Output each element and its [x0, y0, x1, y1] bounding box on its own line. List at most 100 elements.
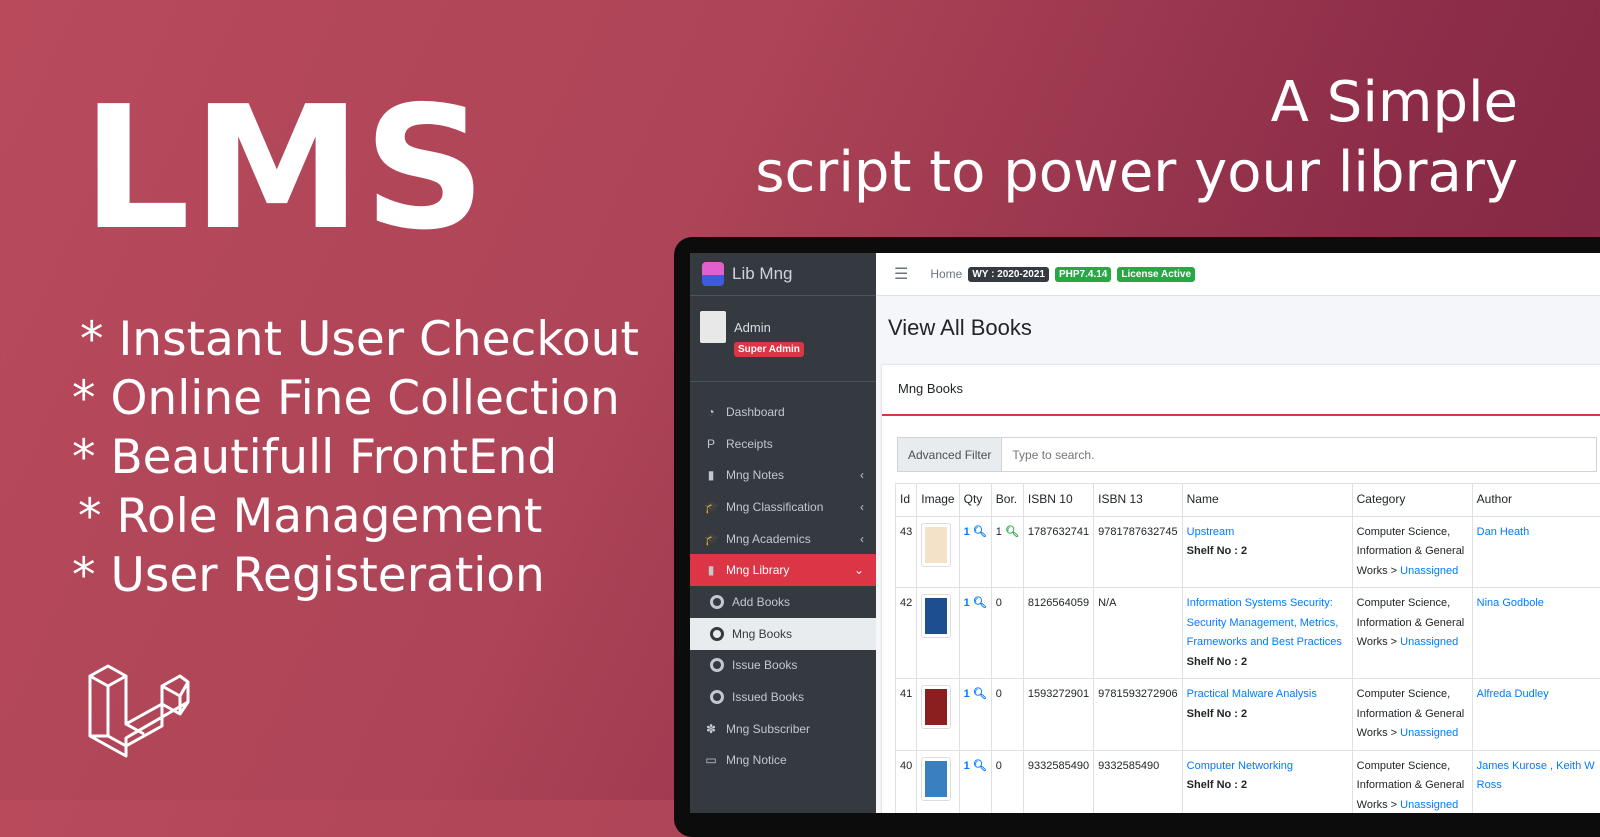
subcategory-link[interactable]: Unassigned — [1400, 727, 1458, 739]
brand-name: Lib Mng — [732, 264, 792, 284]
book-cover[interactable] — [921, 594, 951, 638]
isbn13-cell: N/A — [1094, 588, 1183, 679]
sidebar-item-label: Mng Notice — [726, 753, 787, 767]
column-header[interactable]: Id — [896, 484, 917, 517]
cup-logo-icon — [702, 262, 724, 286]
shelf-label: Shelf No : 2 — [1187, 708, 1248, 720]
qty-cell: 1 🔍︎ — [959, 679, 991, 751]
column-header[interactable]: Name — [1182, 484, 1352, 517]
sidebar-item-mng-notes[interactable]: ▮Mng Notes‹ — [690, 459, 876, 491]
sidebar-item-label: Mng Classification — [726, 500, 823, 514]
tagline: A Simple script to power your library — [755, 68, 1518, 208]
column-header[interactable]: Category — [1352, 484, 1472, 517]
subcategory-link[interactable]: Unassigned — [1400, 636, 1458, 648]
sidebar-item-mng-subscriber[interactable]: ✽Mng Subscriber — [690, 713, 876, 745]
borrowed-cell: 0 — [991, 588, 1023, 679]
sidebar-item-mng-notice[interactable]: ▭Mng Notice — [690, 745, 876, 777]
advanced-filter-button[interactable]: Advanced Filter — [898, 438, 1002, 471]
isbn13-cell: 9332585490 — [1094, 750, 1183, 813]
tagline-line-1: A Simple — [755, 68, 1518, 138]
author-link[interactable]: Dan Heath — [1477, 526, 1530, 538]
isbn10-cell: 8126564059 — [1023, 588, 1093, 679]
search-icon[interactable]: 🔍︎ — [973, 597, 987, 609]
subcategory-link[interactable]: Unassigned — [1400, 799, 1458, 811]
image-cell — [917, 588, 959, 679]
qty-value: 1 — [964, 526, 970, 538]
column-header[interactable]: Author — [1472, 484, 1600, 517]
author-link[interactable]: Alfreda Dudley — [1477, 688, 1549, 700]
table-row: 43 1 🔍︎ 1 🔍︎ 1787632741 9781787632745 Up… — [896, 516, 1600, 588]
chevron-icon: ⌄ — [854, 563, 864, 577]
sidebar-item-issued-books[interactable]: Issued Books — [690, 681, 876, 713]
sidebar-item-mng-books[interactable]: Mng Books — [690, 618, 876, 650]
chevron-icon: ‹ — [860, 468, 864, 482]
circle-icon — [710, 627, 724, 641]
feature-list: * Instant User Checkout * Online Fine Co… — [72, 310, 639, 605]
books-table: IdImageQtyBor.ISBN 10ISBN 13NameCategory… — [895, 483, 1600, 813]
feature-item: * Beautifull FrontEnd — [72, 428, 639, 487]
column-header[interactable]: ISBN 13 — [1094, 484, 1183, 517]
image-cell — [917, 516, 959, 588]
book-icon: ▮ — [704, 563, 718, 577]
sidebar-item-mng-classification[interactable]: 🎓Mng Classification‹ — [690, 491, 876, 523]
shelf-label: Shelf No : 2 — [1187, 545, 1248, 557]
subcategory-link[interactable]: Unassigned — [1400, 565, 1458, 577]
search-icon[interactable]: 🔍︎ — [973, 688, 987, 700]
dashboard-icon: ◔ — [704, 405, 718, 419]
category-cell: Computer Science, Information & General … — [1352, 588, 1472, 679]
sidebar-item-label: Receipts — [726, 437, 773, 451]
book-cover[interactable] — [921, 685, 951, 729]
sidebar-item-label: Mng Notes — [726, 468, 784, 482]
circle-icon — [710, 690, 724, 704]
php-badge: PHP7.4.14 — [1055, 267, 1111, 282]
column-header[interactable]: Qty — [959, 484, 991, 517]
license-badge: License Active — [1117, 267, 1195, 282]
app-screen: Lib Mng Admin Super Admin ◔DashboardPRec… — [690, 253, 1600, 813]
isbn13-cell: 9781593272906 — [1094, 679, 1183, 751]
search-group: Advanced Filter — [897, 437, 1597, 472]
borrowed-value: 1 — [996, 526, 1002, 538]
borrowed-value: 0 — [996, 597, 1002, 609]
name-cell: Practical Malware Analysis Shelf No : 2 — [1182, 679, 1352, 751]
sidebar-item-issue-books[interactable]: Issue Books — [690, 650, 876, 682]
search-icon[interactable]: 🔍︎ — [1005, 526, 1019, 538]
column-header[interactable]: Bor. — [991, 484, 1023, 517]
book-name-link[interactable]: Information Systems Security: Security M… — [1187, 597, 1342, 648]
chevron-icon: ‹ — [860, 532, 864, 546]
book-cover[interactable] — [921, 523, 951, 567]
table-row: 40 1 🔍︎ 0 9332585490 9332585490 Computer… — [896, 750, 1600, 813]
search-icon[interactable]: 🔍︎ — [973, 760, 987, 772]
sidebar-item-dashboard[interactable]: ◔Dashboard — [690, 396, 876, 428]
qty-cell: 1 🔍︎ — [959, 750, 991, 813]
search-icon[interactable]: 🔍︎ — [973, 526, 987, 538]
menu-toggle-icon[interactable]: ☰ — [894, 264, 908, 284]
author-cell: James Kurose , Keith W Ross — [1472, 750, 1600, 813]
sidebar-item-receipts[interactable]: PReceipts — [690, 428, 876, 460]
feature-item: * Role Management — [72, 487, 639, 546]
brand[interactable]: Lib Mng — [690, 253, 876, 296]
image-cell — [917, 750, 959, 813]
top-navbar: ☰ Home WY : 2020-2021 PHP7.4.14 License … — [876, 253, 1600, 296]
sidebar-item-mng-academics[interactable]: 🎓Mng Academics‹ — [690, 523, 876, 555]
hero-title: LMS — [82, 70, 488, 268]
search-input[interactable] — [1002, 438, 1596, 471]
id-cell: 42 — [896, 588, 917, 679]
isbn10-cell: 9332585490 — [1023, 750, 1093, 813]
book-name-link[interactable]: Computer Networking — [1187, 760, 1293, 772]
sidebar-item-label: Mng Subscriber — [726, 722, 810, 736]
column-header[interactable]: ISBN 10 — [1023, 484, 1093, 517]
category-cell: Computer Science, Information & General … — [1352, 679, 1472, 751]
sidebar-item-mng-library[interactable]: ▮Mng Library⌄ — [690, 554, 876, 586]
book-cover[interactable] — [921, 757, 951, 801]
id-cell: 41 — [896, 679, 917, 751]
book-name-link[interactable]: Upstream — [1187, 526, 1235, 538]
graduation-cap-icon: 🎓 — [704, 532, 718, 546]
author-cell: Alfreda Dudley — [1472, 679, 1600, 751]
sidebar-item-add-books[interactable]: Add Books — [690, 586, 876, 618]
user-name[interactable]: Admin — [734, 320, 771, 335]
column-header[interactable]: Image — [917, 484, 959, 517]
author-link[interactable]: James Kurose , Keith W Ross — [1477, 760, 1595, 792]
home-link[interactable]: Home — [930, 267, 962, 281]
book-name-link[interactable]: Practical Malware Analysis — [1187, 688, 1317, 700]
author-link[interactable]: Nina Godbole — [1477, 597, 1544, 609]
